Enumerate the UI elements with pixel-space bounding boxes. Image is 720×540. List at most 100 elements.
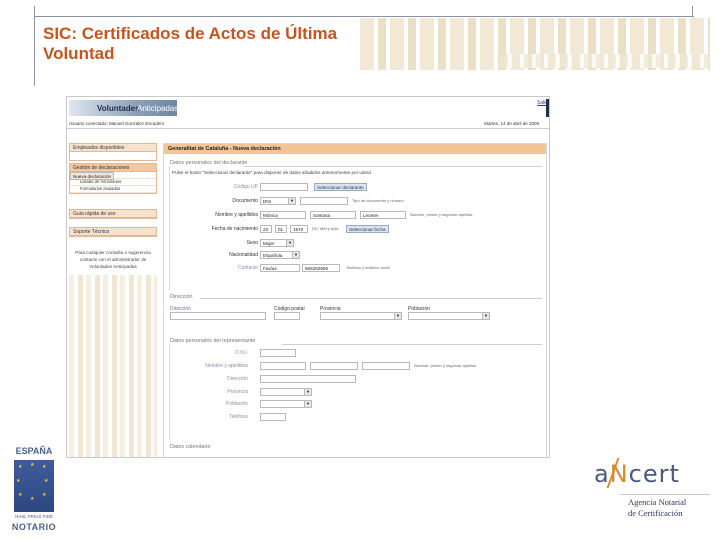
dir-provincia-select[interactable]: ▼ (320, 312, 402, 320)
select-declarante-button[interactable]: Seleccionar declarante (314, 183, 367, 191)
section-direccion-label: Dirección (170, 294, 193, 300)
documento-hint: Tipo de documento y número (352, 198, 404, 203)
form-header: Generalitat de Cataluña - Nueva declarac… (164, 144, 546, 154)
rep-telefono-label: Teléfono (229, 414, 248, 420)
eu-stars-emblem-icon: ★ ★ ★ ★ ★ ★ ★ ★ (14, 460, 54, 512)
contacto-label: Contacto (237, 265, 258, 271)
fecha-month-input[interactable]: 01 (275, 225, 287, 233)
slide-title: SIC: Certificados de Actos de Última Vol… (43, 24, 338, 63)
apellido2-input[interactable]: Leomer (360, 211, 406, 219)
ancert-divider (620, 494, 710, 495)
chevron-down-icon: ▼ (292, 252, 299, 258)
contacto-phone-input[interactable]: 666262666 (302, 264, 340, 272)
section-representante-rule (282, 344, 542, 345)
nombre-hint: Nombre, primer y segundo apellido. (410, 212, 474, 217)
rep-nombre-hint: Nombre, primer y segundo apellido. (414, 363, 478, 368)
rep-poblacion-select[interactable]: ▼ (260, 400, 312, 408)
sexo-select[interactable]: Mujer ▼ (260, 239, 294, 247)
rep-provincia-select[interactable]: ▼ (260, 388, 312, 396)
sidebar-decorative-pattern (69, 275, 157, 457)
dir-cp-input[interactable] (274, 312, 300, 320)
dir-poblacion-select[interactable]: ▼ (408, 312, 490, 320)
codigo-up-label: Código UP (233, 184, 258, 190)
espana-notario-logo: ESPAÑA ★ ★ ★ ★ ★ ★ ★ ★ NIHIL PRIUS FIDE NOTAR… (10, 446, 58, 536)
nacionalidad-select-value: Española (263, 253, 283, 258)
rep-direccion-label: Dirección (227, 376, 248, 382)
sidebar-item-empleados[interactable]: Empleados disponibles (70, 144, 156, 152)
section-declarante-label: Datos personales del declarante (170, 160, 248, 166)
app-brand-banner: Voluntades Anticipadas (69, 100, 179, 116)
nacionalidad-select[interactable]: Española ▼ (260, 251, 300, 259)
rep-nombre-label: Nombre y apellidos (205, 363, 248, 369)
chevron-down-icon: ▼ (394, 313, 401, 319)
nacionalidad-label: Nacionalidad (229, 252, 258, 258)
rep-dni-label: D.N.I. (235, 350, 248, 356)
sidebar-subitem-listado[interactable]: Listado de formularios (70, 179, 156, 186)
decorative-banner-lower (500, 54, 710, 68)
documento-number-input[interactable] (300, 197, 348, 205)
sidebar-item-guia[interactable]: Guía rápida de uso (70, 210, 156, 218)
section-declarante-border (169, 166, 170, 290)
rep-poblacion-label: Población (226, 401, 248, 407)
frame-vertical-line (34, 6, 35, 86)
scrollbar-thumb[interactable] (546, 99, 549, 117)
sidebar-empleados-box: Empleados disponibles (69, 143, 157, 161)
select-fecha-button[interactable]: Seleccionar fecha (346, 225, 389, 233)
app-screenshot: Voluntades Anticipadas Salir Usuario con… (66, 96, 550, 458)
brand-text-anticipadas: Anticipadas (137, 104, 179, 113)
fecha-day-input[interactable]: 23 (260, 225, 272, 233)
connected-user: Usuario conectado: Manuel González Escud… (69, 121, 165, 126)
rep-direccion-input[interactable] (260, 375, 356, 383)
rep-provincia-label: Provincia (227, 389, 248, 395)
dir-direccion-input[interactable] (170, 312, 266, 320)
nombre-label: Nombre y apellidos (215, 212, 258, 218)
sidebar-contact-note: Para cualquier consulta o sugerencia con… (75, 250, 151, 270)
sidebar-gestion-box: Gestión de declaraciones Nueva declaraci… (69, 163, 157, 194)
sidebar-guia-box: Guía rápida de uso (69, 209, 157, 219)
nombre-input[interactable]: Mónica (260, 211, 306, 219)
app-header: Voluntades Anticipadas Salir (67, 97, 549, 119)
notario-text: NOTARIO (11, 522, 57, 532)
section-representante-border (169, 344, 170, 440)
sidebar-soporte-box: Soporte Técnico (69, 227, 157, 237)
chevron-down-icon: ▼ (288, 198, 295, 204)
sexo-label: Sexo (246, 240, 258, 246)
rep-apellido2-input[interactable] (362, 362, 410, 370)
sidebar-subitem-nueva-declaracion[interactable]: Nueva declaración (70, 172, 115, 180)
fecha-hint: DD, MM y AAA (312, 226, 339, 231)
apellido1-input[interactable]: Santana (310, 211, 356, 219)
sidebar-item-gestion[interactable]: Gestión de declaraciones (70, 164, 156, 172)
frame-tick (692, 6, 693, 16)
brand-text-voluntades: Voluntades (97, 104, 140, 113)
espana-motto: NIHIL PRIUS FIDE (15, 514, 53, 519)
rep-nombre-input[interactable] (260, 362, 306, 370)
frame-horizontal-line (34, 16, 694, 17)
current-date: Martes, 14 de abril de 2009 (484, 121, 539, 126)
contacto-hint: Teléfono y teléfono móvil (346, 265, 391, 270)
documento-select-value: DNI (263, 199, 271, 204)
section-declarante-rule (244, 166, 542, 167)
ancert-line1: Agencia Notarial (628, 497, 687, 507)
declarante-info-text: Pulse el botón "Seleccionar declarante" … (172, 170, 372, 175)
ancert-wordmark: aNcert (594, 460, 680, 488)
sidebar-item-soporte[interactable]: Soporte Técnico (70, 228, 156, 236)
rep-dni-input[interactable] (260, 349, 296, 357)
section-representante-label: Datos personales del representante (170, 338, 256, 344)
rep-telefono-input[interactable] (260, 413, 286, 421)
section-direccion-rule (200, 298, 542, 299)
fecha-year-input[interactable]: 1970 (290, 225, 308, 233)
contacto-type-input[interactable]: Fax/ax (260, 264, 300, 272)
sexo-select-value: Mujer (263, 241, 275, 246)
rep-apellido1-input[interactable] (310, 362, 358, 370)
form-panel: Generalitat de Cataluña - Nueva declarac… (163, 143, 547, 457)
chevron-down-icon: ▼ (304, 401, 311, 407)
section-calendario-label: Datos calendario (170, 444, 211, 450)
fecha-label: Fecha de nacimiento (211, 226, 258, 232)
ancert-logo: aNcert Agencia Notarial de Certificación (590, 458, 710, 520)
chevron-down-icon: ▼ (286, 240, 293, 246)
codigo-up-input[interactable] (260, 183, 308, 191)
sidebar-subitem-anulados[interactable]: Formularios anulados (70, 186, 156, 193)
header-divider (67, 128, 549, 129)
espana-text: ESPAÑA (15, 446, 53, 456)
documento-select[interactable]: DNI ▼ (260, 197, 296, 205)
